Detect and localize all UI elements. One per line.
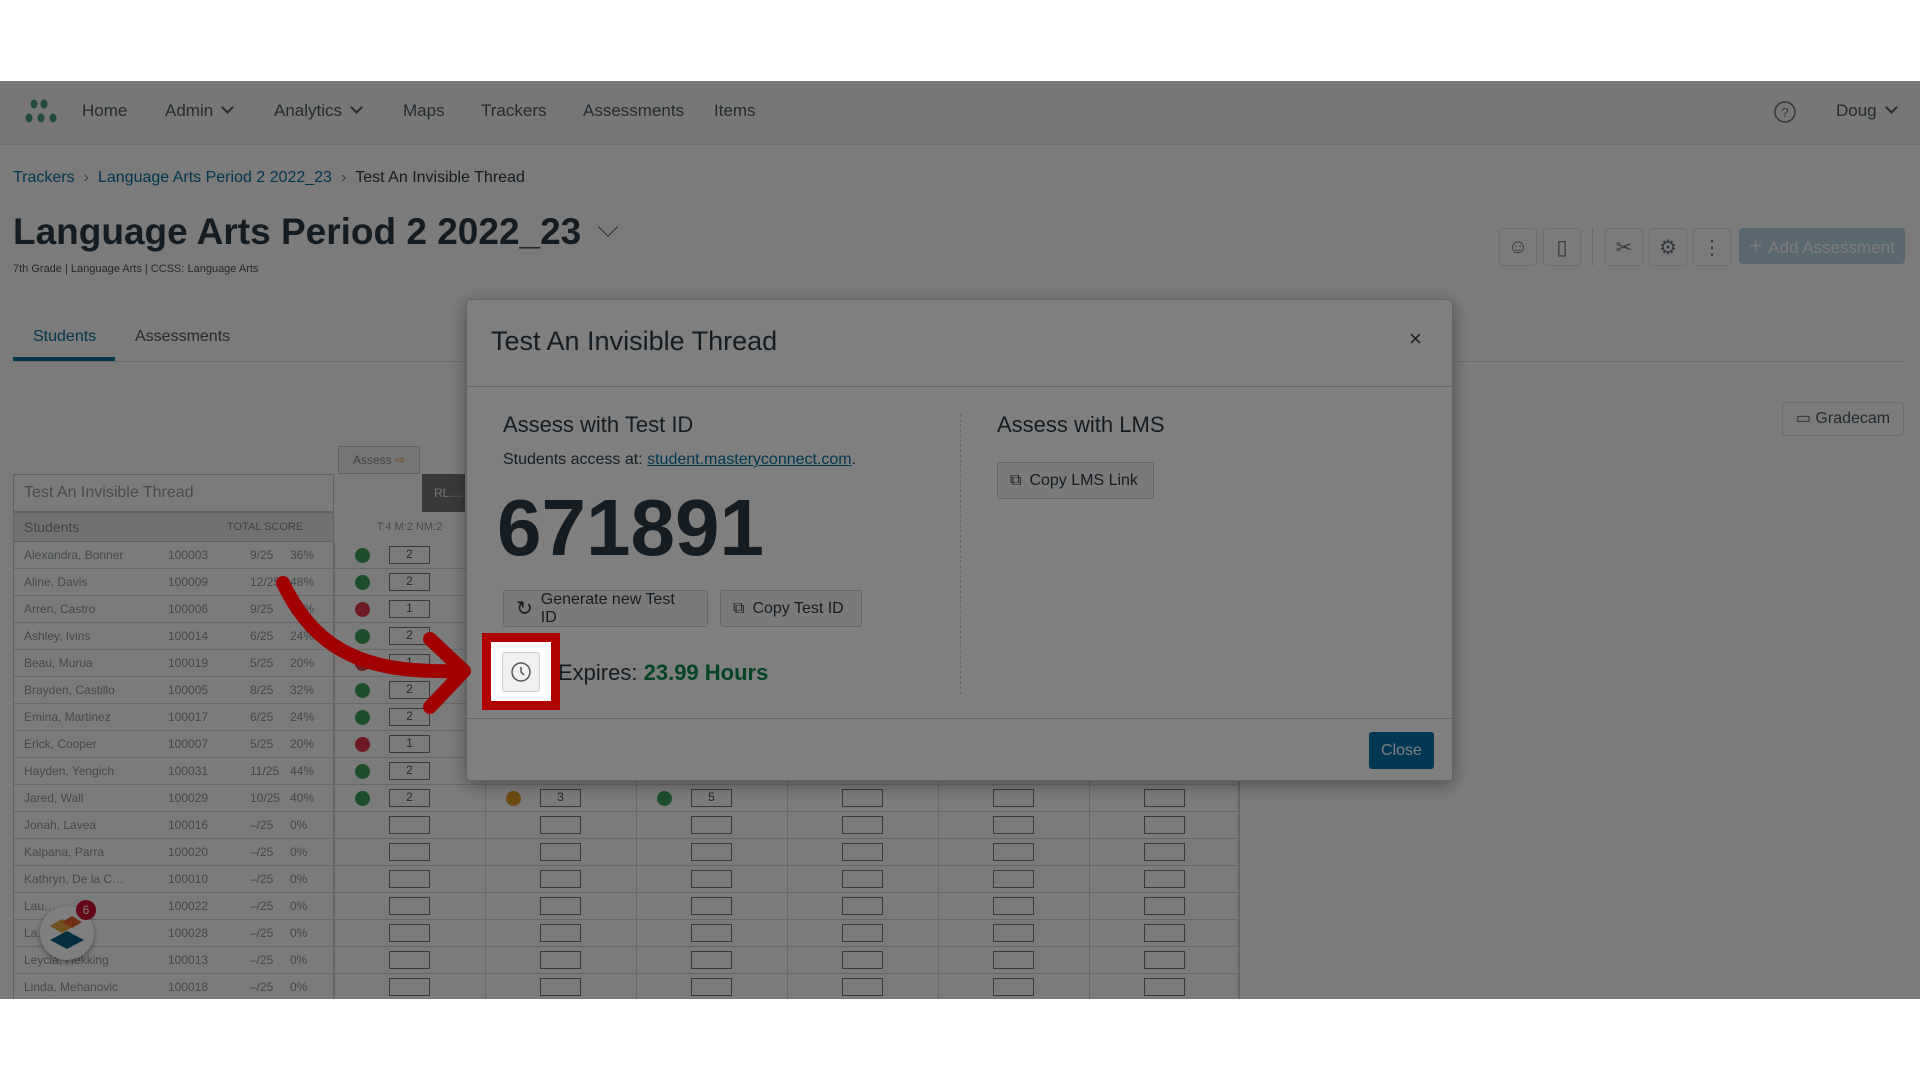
app-frame: HomeAdminAnalyticsMapsTrackersAssessment… — [0, 81, 1920, 999]
annotation-arrow-icon — [276, 576, 471, 714]
